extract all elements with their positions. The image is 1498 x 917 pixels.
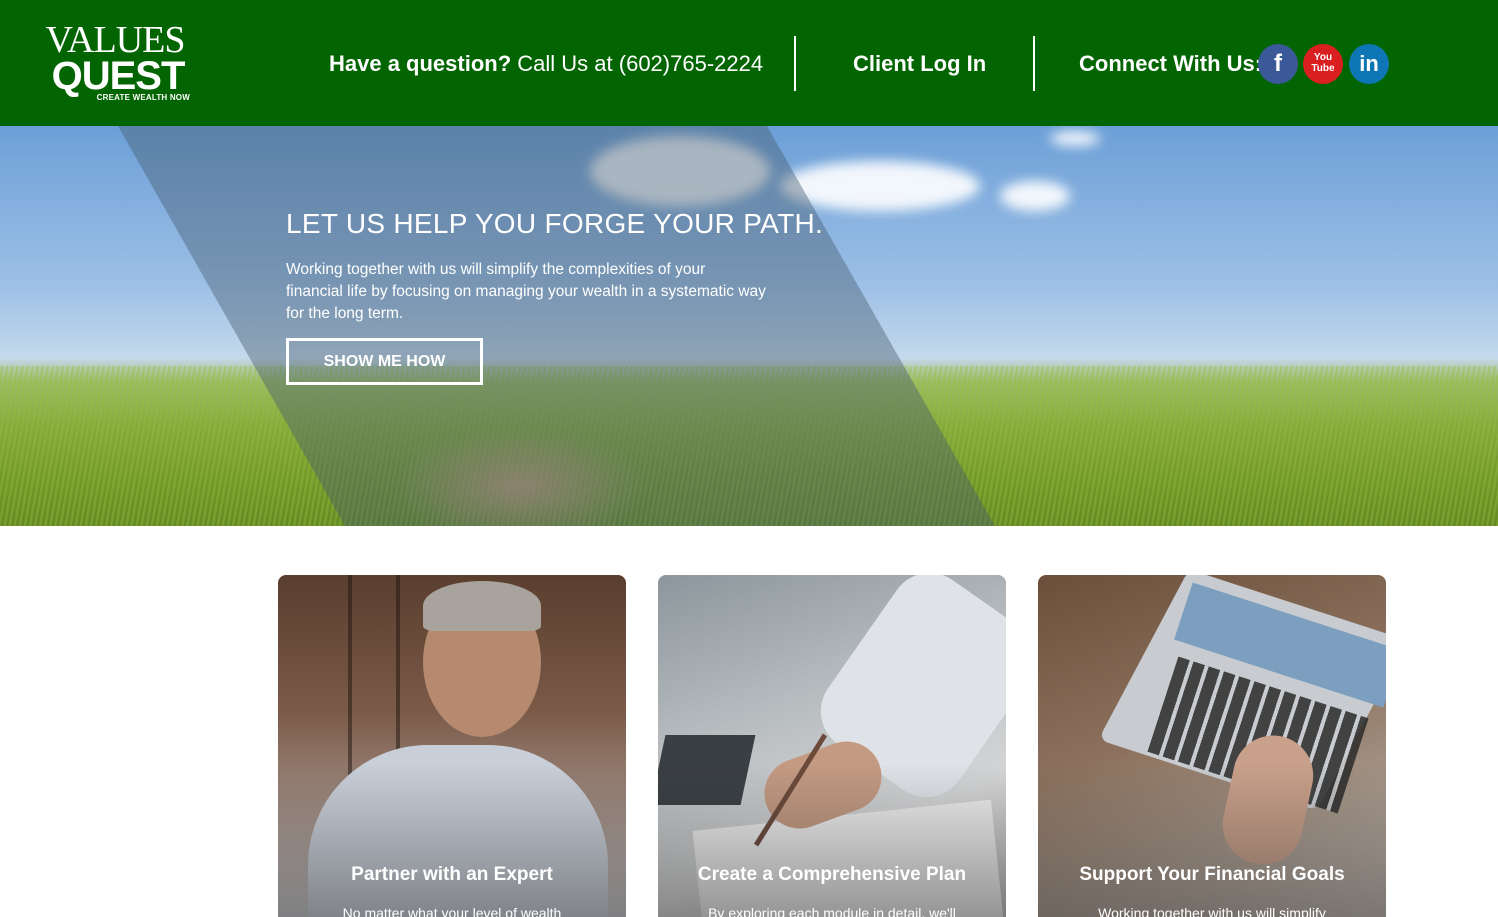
youtube-icon[interactable]: You Tube: [1303, 44, 1343, 84]
card-title: Create a Comprehensive Plan: [697, 864, 967, 885]
header-divider: [1033, 36, 1035, 91]
logo-line-2: QUEST: [51, 54, 186, 98]
youtube-glyph-bottom: Tube: [1311, 63, 1335, 74]
card-partner-expert[interactable]: Partner with an Expert No matter what yo…: [278, 575, 626, 917]
logo-line-1: VALUES: [45, 19, 186, 61]
hero-banner: LET US HELP YOU FORGE YOUR PATH. Working…: [0, 126, 1498, 526]
question-label: Have a question?: [329, 51, 512, 76]
card-text: By exploring each module in detail, we'l…: [708, 905, 956, 917]
site-header: VALUES QUEST CREATE WEALTH NOW Have a qu…: [0, 0, 1498, 126]
header-divider: [794, 36, 796, 91]
linkedin-glyph: in: [1359, 51, 1379, 76]
card-title: Support Your Financial Goals: [1079, 864, 1345, 885]
phone-contact[interactable]: Have a question? Call Us at (602)765-222…: [329, 49, 763, 79]
connect-label: Connect With Us:: [1079, 51, 1263, 76]
card-title: Partner with an Expert: [351, 864, 553, 885]
card-financial-goals[interactable]: Support Your Financial Goals Working tog…: [1038, 575, 1386, 917]
show-me-how-button[interactable]: SHOW ME HOW: [286, 338, 483, 385]
card-text: Working together with us will simplify: [1098, 905, 1326, 917]
values-quest-logo[interactable]: VALUES QUEST CREATE WEALTH NOW: [40, 19, 190, 102]
cloud: [1000, 181, 1070, 211]
client-login-link[interactable]: Client Log In: [853, 49, 986, 79]
hero-title: LET US HELP YOU FORGE YOUR PATH.: [286, 208, 824, 239]
card-text: No matter what your level of wealth: [342, 905, 562, 917]
cloud: [1050, 131, 1100, 146]
youtube-glyph-top: You: [1313, 52, 1333, 63]
linkedin-icon[interactable]: in: [1349, 44, 1389, 84]
card-comprehensive-plan[interactable]: Create a Comprehensive Plan By exploring…: [658, 575, 1006, 917]
facebook-icon[interactable]: f: [1258, 44, 1298, 84]
hero-description: Working together with us will simplify t…: [286, 261, 766, 322]
call-us-text: Call Us at (602)765-2224: [517, 51, 764, 76]
logo-tagline: CREATE WEALTH NOW: [96, 93, 190, 102]
facebook-glyph: f: [1274, 50, 1282, 77]
